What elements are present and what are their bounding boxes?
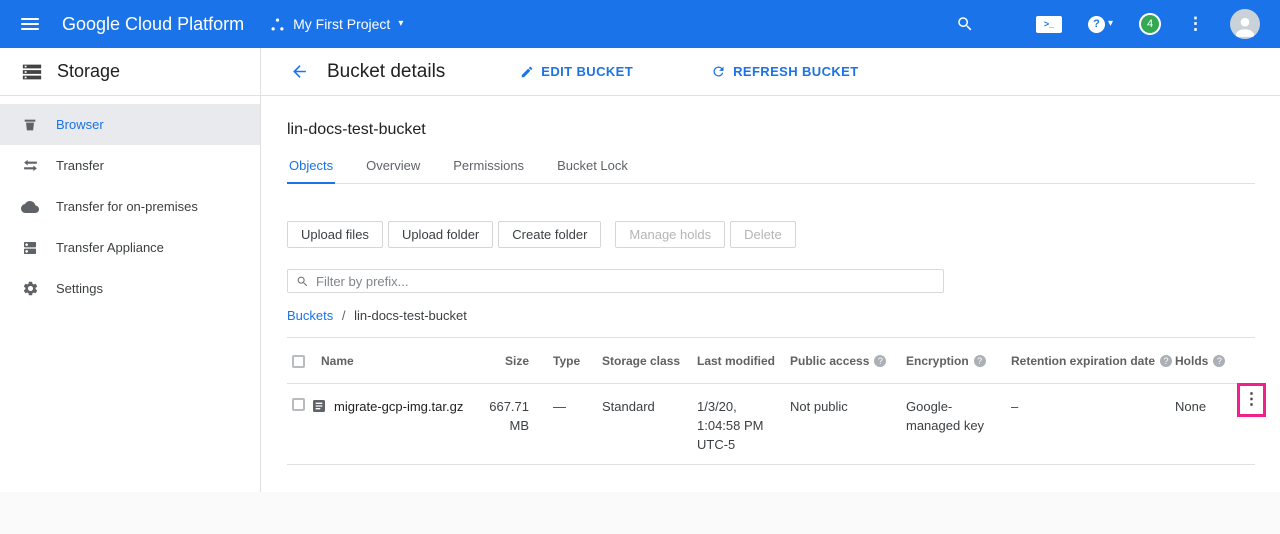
breadcrumb-buckets-link[interactable]: Buckets [287,308,333,323]
main-panel: Bucket details EDIT BUCKET REFRESH BUCKE… [261,48,1280,492]
column-header-name: Name [311,354,485,368]
sidebar-nav: Browser Transfer Transfer for on-premise… [0,96,260,309]
annotation-highlight: ⋮ [1237,383,1266,417]
column-header-type: Type [535,354,602,368]
bucket-details-content: lin-docs-test-bucket Objects Overview Pe… [261,96,1280,492]
refresh-bucket-label: REFRESH BUCKET [733,64,859,79]
help-icon[interactable]: ? [974,355,986,367]
sidebar-item-label: Transfer Appliance [56,240,164,255]
table-row: migrate-gcp-img.tar.gz 667.71 MB — Stand… [287,384,1255,465]
sidebar-item-label: Transfer for on-premises [56,199,198,214]
row-menu-icon[interactable]: ⋮ [1244,392,1260,408]
sidebar-item-transfer-on-premises[interactable]: Transfer for on-premises [0,186,260,227]
project-name: My First Project [293,16,390,32]
edit-bucket-button[interactable]: EDIT BUCKET [520,64,633,79]
bucket-name: lin-docs-test-bucket [287,121,1255,139]
cell-size: 667.71 MB [485,397,535,435]
help-icon: ? [1088,16,1105,33]
transfer-arrows-icon [21,157,39,174]
caret-down-icon: ▾ [1108,19,1113,29]
cell-storage-class: Standard [602,397,697,416]
cell-public-access: Not public [790,397,906,416]
row-checkbox[interactable] [292,398,305,411]
help-menu[interactable]: ? ▾ [1088,16,1113,33]
filter-box [287,269,944,293]
topbar: Google Cloud Platform My First Project ▾… [0,0,1280,48]
notifications-badge[interactable]: 4 [1139,13,1161,35]
edit-bucket-label: EDIT BUCKET [541,64,633,79]
pencil-icon [520,65,534,79]
object-actions: Upload files Upload folder Create folder… [287,221,1255,248]
upload-folder-button[interactable]: Upload folder [388,221,493,248]
sidebar-item-transfer-appliance[interactable]: Transfer Appliance [0,227,260,268]
sidebar-item-label: Settings [56,281,103,296]
help-icon[interactable]: ? [1160,355,1172,367]
column-header-encryption: Encryption? [906,354,1011,368]
tab-permissions[interactable]: Permissions [451,152,526,183]
gear-icon [21,280,39,297]
tab-overview[interactable]: Overview [364,152,422,183]
breadcrumb-current: lin-docs-test-bucket [354,308,467,323]
sidebar-item-label: Transfer [56,158,104,173]
column-header-last-modified: Last modified [697,354,790,368]
upload-files-button[interactable]: Upload files [287,221,383,248]
page-title: Bucket details [327,61,445,83]
storage-icon [21,61,43,83]
tab-objects[interactable]: Objects [287,152,335,184]
help-icon[interactable]: ? [1213,355,1225,367]
cloud-shell-icon[interactable]: >_ [1036,16,1062,33]
refresh-icon [711,64,726,79]
filter-search-icon [296,275,309,288]
help-icon[interactable]: ? [874,355,886,367]
file-icon [311,398,327,414]
avatar[interactable] [1230,9,1260,39]
menu-icon[interactable] [21,18,39,30]
search-icon[interactable] [956,15,974,33]
column-header-retention: Retention expiration date? [1011,354,1175,368]
filter-input[interactable] [316,274,935,289]
appliance-icon [21,240,39,256]
create-folder-button[interactable]: Create folder [498,221,601,248]
sidebar-header: Storage [0,48,260,96]
page-header: Bucket details EDIT BUCKET REFRESH BUCKE… [261,48,1280,96]
bucket-icon [21,117,39,133]
object-name-link[interactable]: migrate-gcp-img.tar.gz [334,397,463,416]
objects-table: Name Size Type Storage class Last modifi… [287,338,1255,465]
cell-encryption: Google-managed key [906,397,1011,435]
column-header-storage-class: Storage class [602,354,697,368]
sidebar-title: Storage [57,61,120,82]
shell-prompt-glyph: >_ [1044,19,1054,29]
more-options-icon[interactable]: ⋮ [1187,14,1204,34]
cloud-upload-icon [21,198,39,216]
manage-holds-button: Manage holds [615,221,725,248]
column-header-holds: Holds? [1175,354,1235,368]
column-header-public-access: Public access? [790,354,906,368]
table-header-row: Name Size Type Storage class Last modifi… [287,338,1255,384]
delete-button: Delete [730,221,796,248]
cell-retention: – [1011,397,1175,416]
brand-title[interactable]: Google Cloud Platform [62,14,244,35]
tab-bucket-lock[interactable]: Bucket Lock [555,152,630,183]
breadcrumb-separator: / [342,308,346,323]
project-icon [270,17,285,32]
caret-down-icon: ▾ [398,19,403,29]
select-all-checkbox[interactable] [292,355,305,368]
sidebar-item-browser[interactable]: Browser [0,104,260,145]
sidebar: Storage Browser Transfer Transfer for on… [0,48,261,492]
tab-bar: Objects Overview Permissions Bucket Lock [287,152,1255,184]
sidebar-item-label: Browser [56,117,104,132]
app-body: Storage Browser Transfer Transfer for on… [0,48,1280,492]
cell-last-modified: 1/3/20, 1:04:58 PM UTC-5 [697,397,790,454]
sidebar-item-transfer[interactable]: Transfer [0,145,260,186]
sidebar-item-settings[interactable]: Settings [0,268,260,309]
cell-type: — [535,397,602,416]
column-header-size: Size [485,354,535,368]
refresh-bucket-button[interactable]: REFRESH BUCKET [711,64,859,79]
breadcrumb: Buckets / lin-docs-test-bucket [287,308,1255,323]
back-button[interactable] [290,62,309,81]
project-selector[interactable]: My First Project ▾ [270,16,403,32]
cell-holds: None [1175,397,1235,416]
